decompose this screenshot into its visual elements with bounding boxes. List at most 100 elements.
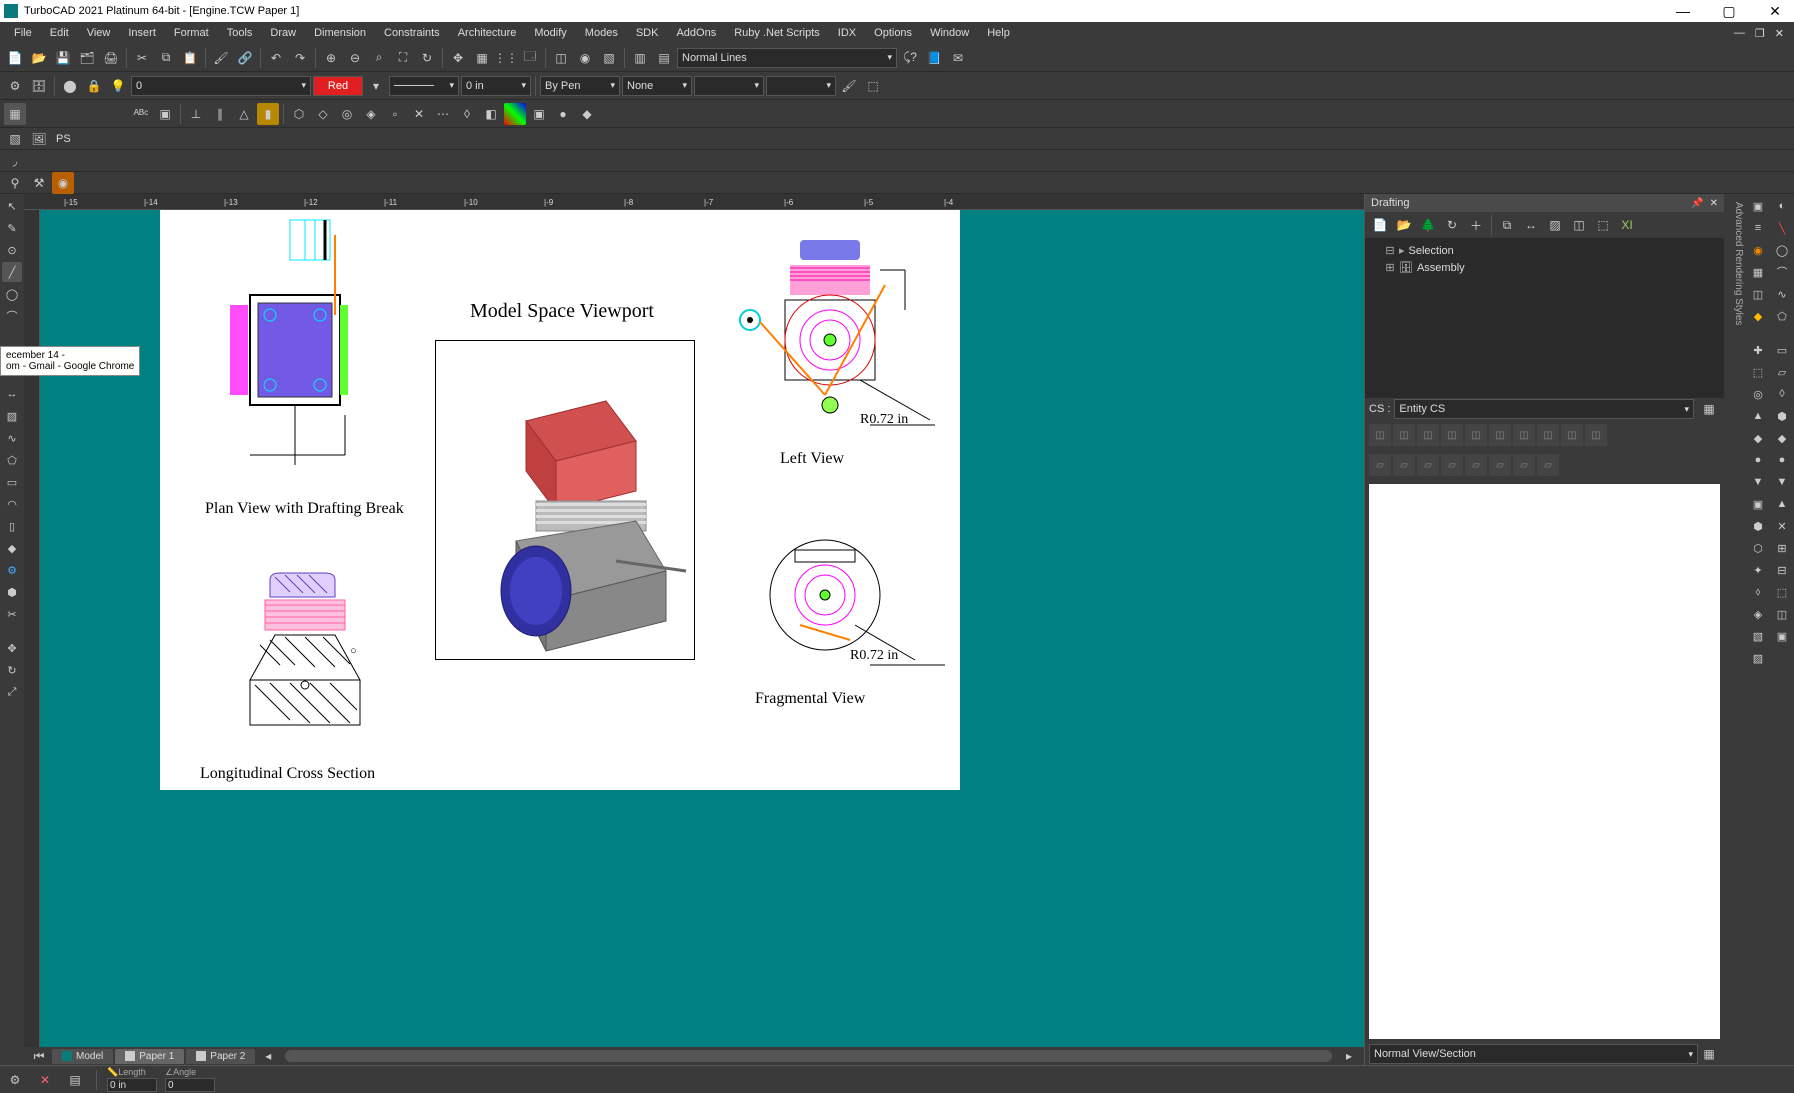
menu-architecture[interactable]: Architecture	[450, 25, 525, 41]
menu-options[interactable]: Options	[866, 25, 920, 41]
r2-p-icon[interactable]: ⊞	[1772, 538, 1792, 558]
menu-edit[interactable]: Edit	[42, 25, 77, 41]
angle-icon[interactable]: △	[233, 103, 255, 125]
drafting-tree[interactable]: ⊟▸ Selection ⊞🗄 Assembly	[1365, 238, 1724, 398]
rside-g-icon[interactable]: ▼	[1748, 472, 1768, 492]
scale-tool-icon[interactable]: ⤢	[2, 682, 22, 702]
layer-dropdown[interactable]: 0	[131, 76, 311, 96]
book-icon[interactable]: 📘	[923, 47, 945, 69]
iso-top-icon[interactable]: ◫	[1465, 424, 1487, 446]
mdi-minimize-button[interactable]: —	[1730, 27, 1749, 40]
proj-1-icon[interactable]: ▱	[1369, 454, 1391, 476]
expand-icon[interactable]: ⊞	[1385, 261, 1395, 274]
measure-box-icon[interactable]: ▣	[154, 103, 176, 125]
hatch-dropdown[interactable]	[694, 76, 764, 96]
rside-e-icon[interactable]: ◆	[1748, 428, 1768, 448]
grid-icon[interactable]: ▦	[4, 103, 26, 125]
tree-assembly[interactable]: ⊞🗄 Assembly	[1369, 259, 1720, 276]
rside-paint-icon[interactable]: ◆	[1748, 306, 1768, 326]
zoom-extents-icon[interactable]: ⛶	[392, 47, 414, 69]
r2-n-icon[interactable]: ▲	[1772, 494, 1792, 514]
scroll-right-icon[interactable]: ▸	[1338, 1045, 1360, 1067]
gear-tool-icon[interactable]: ⚙	[2, 560, 22, 580]
layer-manager-icon[interactable]: 🗄	[28, 75, 50, 97]
snap-node-icon[interactable]: ▫	[384, 103, 406, 125]
menu-constraints[interactable]: Constraints	[376, 25, 448, 41]
cut-tool-icon[interactable]: ✂	[2, 604, 22, 624]
iso-right-icon[interactable]: ◫	[1441, 424, 1463, 446]
panel-plus-icon[interactable]: ＋	[1465, 214, 1487, 236]
close-button[interactable]: ✕	[1760, 3, 1790, 20]
rside-l-icon[interactable]: ⬨	[1748, 582, 1768, 602]
menu-dimension[interactable]: Dimension	[306, 25, 374, 41]
menu-modify[interactable]: Modify	[526, 25, 574, 41]
status-gear-icon[interactable]: ⚙	[4, 1069, 26, 1091]
menu-insert[interactable]: Insert	[120, 25, 164, 41]
pattern-dropdown[interactable]	[766, 76, 836, 96]
menu-sdk[interactable]: SDK	[628, 25, 667, 41]
iso-back-icon[interactable]: ◫	[1393, 424, 1415, 446]
linetype-dropdown[interactable]: Normal Lines	[677, 48, 897, 68]
tab-nav-next-icon[interactable]: ◂	[257, 1045, 279, 1067]
open-file-icon[interactable]: 📂	[28, 47, 50, 69]
cut-icon[interactable]: ✂	[131, 47, 153, 69]
spell-icon[interactable]: ᴬᴮᶜ	[130, 103, 152, 125]
maximize-button[interactable]: ▢	[1714, 3, 1744, 20]
r2-i-icon[interactable]: ◊	[1772, 384, 1792, 404]
proj-7-icon[interactable]: ▱	[1513, 454, 1535, 476]
dim-tool-icon[interactable]: ↔	[2, 384, 22, 404]
save-icon[interactable]: 💾	[52, 47, 74, 69]
print-icon[interactable]: 🖨	[100, 47, 122, 69]
rside-layer-icon[interactable]: ≡	[1748, 218, 1768, 238]
panel-open-icon[interactable]: 📂	[1393, 214, 1415, 236]
proj-3-icon[interactable]: ▱	[1417, 454, 1439, 476]
new-file-icon[interactable]: 📄	[4, 47, 26, 69]
rside-k-icon[interactable]: ✦	[1748, 560, 1768, 580]
linewidth-dropdown[interactable]: 0 in	[461, 76, 531, 96]
horizontal-scrollbar[interactable]	[285, 1050, 1332, 1062]
expand-icon[interactable]: ⊟	[1385, 244, 1395, 257]
view-icon[interactable]: ▦	[471, 47, 493, 69]
proj-8-icon[interactable]: ▱	[1537, 454, 1559, 476]
link-icon[interactable]: 🔗	[234, 47, 256, 69]
proj-5-icon[interactable]: ▱	[1465, 454, 1487, 476]
snap-mid-icon[interactable]: ◇	[312, 103, 334, 125]
r2-a-icon[interactable]: ◐	[1772, 196, 1792, 216]
menu-addons[interactable]: AddOns	[668, 25, 724, 41]
viewport-icon[interactable]: ▥	[629, 47, 651, 69]
menu-tools[interactable]: Tools	[219, 25, 261, 41]
right-dock-tab[interactable]: Advanced Rendering Styles	[1724, 194, 1746, 1065]
arc-tool-icon[interactable]: ⌒	[2, 306, 22, 326]
snap-extension-icon[interactable]: ⋯	[432, 103, 454, 125]
cube-icon[interactable]: ▣	[528, 103, 550, 125]
named-view-icon[interactable]: 🗔	[519, 47, 541, 69]
rside-b-icon[interactable]: ⬚	[1748, 362, 1768, 382]
menu-help[interactable]: Help	[979, 25, 1018, 41]
panel-section-icon[interactable]: ⬚	[1592, 214, 1614, 236]
highlight-icon[interactable]: ▮	[257, 103, 279, 125]
status-cancel-icon[interactable]: ✕	[34, 1069, 56, 1091]
parallel-icon[interactable]: ∥	[209, 103, 231, 125]
iso-bottom-icon[interactable]: ◫	[1489, 424, 1511, 446]
drawing-canvas[interactable]: Model Space Viewport	[40, 210, 1364, 1047]
tool-a-icon[interactable]: ⚲	[4, 172, 26, 194]
rside-a-icon[interactable]: ✚	[1748, 340, 1768, 360]
iso-ne-icon[interactable]: ◫	[1561, 424, 1583, 446]
tree-selection[interactable]: ⊟▸ Selection	[1369, 242, 1720, 259]
poly-tool-icon[interactable]: ⬠	[2, 450, 22, 470]
r2-q-icon[interactable]: ⊟	[1772, 560, 1792, 580]
iso-nw-icon[interactable]: ◫	[1585, 424, 1607, 446]
iso-left-icon[interactable]: ◫	[1417, 424, 1439, 446]
copy-icon[interactable]: ⧉	[155, 47, 177, 69]
image-icon[interactable]: 🖼	[28, 128, 50, 150]
rect-tool-icon[interactable]: ▭	[2, 472, 22, 492]
r2-f-icon[interactable]: ⬠	[1772, 306, 1792, 326]
status-calc-icon[interactable]: ▤	[64, 1069, 86, 1091]
r2-h-icon[interactable]: ▱	[1772, 362, 1792, 382]
redo-icon[interactable]: ↷	[289, 47, 311, 69]
rside-n-icon[interactable]: ▧	[1748, 626, 1768, 646]
menu-ruby[interactable]: Ruby .Net Scripts	[726, 25, 828, 41]
select-tool-icon[interactable]: ↖	[2, 196, 22, 216]
r2-o-icon[interactable]: ✕	[1772, 516, 1792, 536]
menu-idx[interactable]: IDX	[830, 25, 864, 41]
